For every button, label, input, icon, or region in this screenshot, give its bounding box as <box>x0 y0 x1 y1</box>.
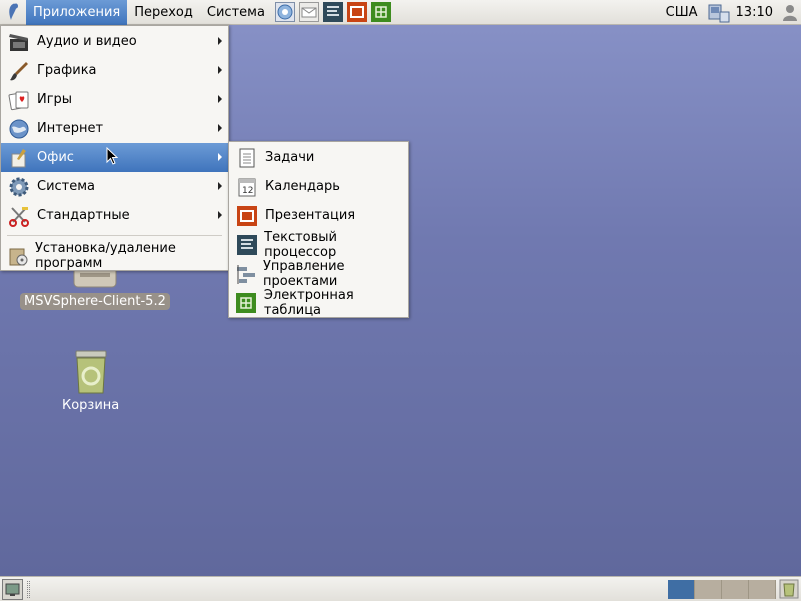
menu-item-calendar[interactable]: 12 Календарь <box>229 172 408 201</box>
menu-item-project-management[interactable]: Управление проектами <box>229 258 408 289</box>
menu-item-tasks[interactable]: Задачи <box>229 143 408 172</box>
mail-launcher[interactable] <box>298 1 320 23</box>
menu-item-label: Графика <box>37 63 97 78</box>
menu-item-label: Интернет <box>37 121 104 136</box>
user-switcher-icon[interactable] <box>779 2 801 24</box>
clapperboard-icon <box>7 30 31 54</box>
menu-item-label: Офис <box>37 150 74 165</box>
menu-item-label: Игры <box>37 92 73 107</box>
writer-launcher[interactable] <box>322 1 344 23</box>
menu-item-system[interactable]: Система <box>1 172 228 201</box>
menu-item-label: Электронная таблица <box>263 287 354 318</box>
install-software-icon <box>7 244 29 268</box>
menu-item-label: Презентация <box>265 208 356 223</box>
bottom-panel <box>0 576 801 601</box>
workspace-switcher <box>668 580 776 599</box>
desktop-icon-label: MSVSphere-Client-5.2 <box>20 293 170 310</box>
network-status-icon[interactable] <box>706 2 732 24</box>
presentation-icon <box>235 204 259 228</box>
submenu-arrow-icon <box>218 182 222 190</box>
scissors-icon <box>7 204 31 228</box>
trash-applet-icon[interactable] <box>779 579 799 599</box>
playing-cards-icon <box>7 88 31 112</box>
workspace-4[interactable] <box>749 580 776 599</box>
menu-item-label: Календарь <box>265 179 340 194</box>
desktop-icon-label: Корзина <box>62 398 120 413</box>
top-panel: Приложения Переход Система США 13:10 <box>0 0 801 25</box>
menu-item-graphics[interactable]: Графика <box>1 56 228 85</box>
paintbrush-icon <box>7 59 31 83</box>
clock[interactable]: 13:10 <box>732 5 779 20</box>
workspace-1[interactable] <box>668 580 695 599</box>
applications-menu-popup: Аудио и видео Графика Игры Интернет Офис <box>0 25 229 271</box>
menu-item-games[interactable]: Игры <box>1 85 228 114</box>
menu-item-office[interactable]: Офис <box>1 143 228 172</box>
desktop-icon-trash[interactable]: Корзина <box>58 349 123 414</box>
trash-icon <box>67 349 115 395</box>
writer-icon <box>235 233 258 257</box>
menu-item-label: Текстовый процессор <box>264 229 337 260</box>
submenu-arrow-icon <box>218 211 222 219</box>
project-icon <box>235 262 257 286</box>
office-icon <box>7 146 31 170</box>
system-menu[interactable]: Система <box>200 0 272 25</box>
menu-item-label: Управление проектами <box>263 258 345 289</box>
show-desktop-button[interactable] <box>2 579 23 600</box>
menu-item-label: Стандартные <box>37 208 130 223</box>
submenu-arrow-icon <box>218 37 222 45</box>
menu-item-label: Система <box>37 179 96 194</box>
submenu-arrow-icon <box>218 95 222 103</box>
menu-item-label: Задачи <box>265 150 315 165</box>
menu-item-spreadsheet[interactable]: Электронная таблица <box>229 287 408 318</box>
browser-launcher[interactable] <box>274 1 296 23</box>
applications-menu[interactable]: Приложения <box>26 0 128 25</box>
keyboard-layout-indicator[interactable]: США <box>658 5 706 20</box>
presentation-launcher[interactable] <box>346 1 368 23</box>
menu-item-add-remove-software[interactable]: Установка/удаление программ <box>1 240 228 271</box>
foot-logo-icon[interactable] <box>0 0 26 25</box>
menu-item-label: Установка/удаление программ <box>35 240 176 271</box>
spreadsheet-launcher[interactable] <box>370 1 392 23</box>
menu-item-audio-video[interactable]: Аудио и видео <box>1 27 228 56</box>
submenu-arrow-icon <box>218 66 222 74</box>
notepad-icon <box>235 146 259 170</box>
menu-item-label: Аудио и видео <box>37 34 137 49</box>
office-submenu-popup: Задачи 12 Календарь Презентация Текстовы… <box>228 141 409 318</box>
panel-drag-handle[interactable] <box>27 581 30 598</box>
spreadsheet-icon <box>235 291 258 315</box>
menu-item-accessories[interactable]: Стандартные <box>1 201 228 230</box>
calendar-icon: 12 <box>235 175 259 199</box>
menu-item-internet[interactable]: Интернет <box>1 114 228 143</box>
submenu-arrow-icon <box>218 124 222 132</box>
svg-text:12: 12 <box>242 186 253 196</box>
menu-separator <box>7 235 222 236</box>
menu-item-presentation[interactable]: Презентация <box>229 201 408 230</box>
gear-icon <box>7 175 31 199</box>
menu-item-writer[interactable]: Текстовый процессор <box>229 229 408 260</box>
workspace-2[interactable] <box>695 580 722 599</box>
submenu-arrow-icon <box>218 153 222 161</box>
places-menu[interactable]: Переход <box>127 0 200 25</box>
globe-icon <box>7 117 31 141</box>
workspace-3[interactable] <box>722 580 749 599</box>
